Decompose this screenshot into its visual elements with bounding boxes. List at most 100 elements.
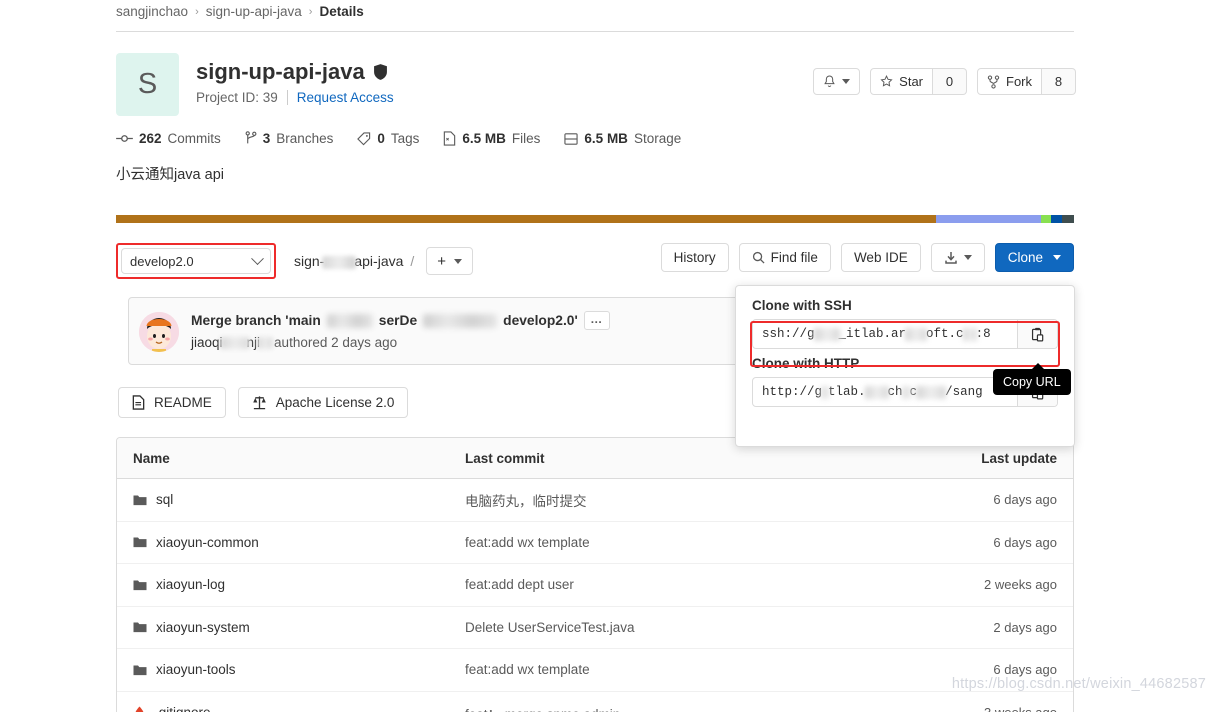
request-access-link[interactable]: Request Access	[297, 90, 394, 105]
file-entry[interactable]: xiaoyun-log	[117, 577, 465, 592]
ssh-url-start: ssh://g	[762, 327, 815, 341]
chevron-down-icon	[842, 79, 851, 84]
find-file-button[interactable]: Find file	[738, 243, 831, 272]
add-to-tree-button[interactable]: +	[426, 247, 474, 275]
file-name-link[interactable]: xiaoyun-log	[156, 577, 225, 592]
table-row[interactable]: xiaoyun-system Delete UserServiceTest.ja…	[117, 607, 1073, 649]
stat-files-value: 6.5 MB	[462, 131, 506, 146]
commit-timestamp: authored 2 days ago	[274, 335, 398, 350]
star-count: 0	[933, 68, 967, 95]
file-name-link[interactable]: xiaoyun-tools	[156, 662, 236, 677]
file-commit-message[interactable]: 电脑药丸，临时提交	[465, 490, 923, 510]
license-button[interactable]: Apache License 2.0	[237, 387, 409, 418]
column-header-update: Last update	[981, 450, 1057, 466]
notification-dropdown-button[interactable]	[813, 68, 861, 95]
ssh-url-mid2: ar	[891, 327, 907, 341]
fork-button[interactable]: Fork	[977, 68, 1042, 95]
download-icon	[944, 251, 957, 264]
table-row[interactable]: xiaoyun-common feat:add wx template 6 da…	[117, 522, 1073, 564]
lang-segment-javascript[interactable]	[936, 215, 1042, 223]
breadcrumb-separator-icon: ›	[308, 5, 313, 18]
gitlab-project-page: sangjinchao › sign-up-api-java › Details…	[0, 0, 1212, 712]
lang-segment-blue[interactable]	[1051, 215, 1063, 223]
file-entry[interactable]: xiaoyun-tools	[117, 662, 465, 677]
repo-meta-buttons: README Apache License 2.0	[118, 387, 409, 418]
download-dropdown-button[interactable]	[930, 243, 985, 272]
file-tree-table: Name Last commit Last update sql 电脑药丸，临时…	[116, 437, 1074, 712]
lang-segment-dark[interactable]	[1062, 215, 1074, 223]
readme-button[interactable]: README	[118, 387, 226, 418]
clone-ssh-field[interactable]: ssh://g _itlab. ar oft.c:8	[752, 319, 1058, 349]
file-commit-message[interactable]: feat:add wx template	[465, 535, 923, 550]
stat-branches-label: Branches	[276, 131, 334, 146]
folder-icon	[133, 622, 147, 633]
file-last-update: 6 days ago	[993, 662, 1057, 678]
file-entry[interactable]: xiaoyun-common	[117, 535, 465, 550]
repo-toolbar-left: develop2.0 sign-api-java / +	[116, 243, 474, 279]
redacted-url-fragment	[916, 385, 947, 399]
user-avatar-image	[139, 312, 179, 352]
web-ide-button[interactable]: Web IDE	[840, 243, 921, 272]
readme-label: README	[154, 395, 212, 410]
branch-selector[interactable]: develop2.0	[121, 248, 271, 274]
stat-commits[interactable]: 262 Commits	[116, 131, 221, 146]
lang-segment-java[interactable]	[116, 215, 937, 223]
tag-icon	[357, 131, 371, 145]
lang-segment-lime[interactable]	[1041, 215, 1051, 223]
file-name-link[interactable]: sql	[156, 492, 173, 507]
file-entry[interactable]: sql	[117, 492, 465, 507]
file-last-update: 2 weeks ago	[984, 577, 1057, 593]
file-name-link[interactable]: .gitignore	[155, 705, 211, 712]
repo-toolbar-right: History Find file Web IDE Clone	[660, 243, 1074, 272]
file-name-link[interactable]: xiaoyun-common	[156, 535, 259, 550]
table-row[interactable]: sql 电脑药丸，临时提交 6 days ago	[117, 479, 1073, 522]
clone-http-url[interactable]: http://g tlab. ch c/sang	[753, 378, 1017, 406]
file-entry[interactable]: xiaoyun-system	[117, 620, 465, 635]
fork-label: Fork	[1006, 74, 1032, 89]
breadcrumb-current: Details	[319, 4, 364, 19]
file-last-update: 6 days ago	[993, 534, 1057, 550]
table-row[interactable]: xiaoyun-tools feat:add wx template 6 day…	[117, 649, 1073, 692]
file-commit-message[interactable]: feat： merge spme admin	[465, 703, 923, 712]
star-button[interactable]: Star	[870, 68, 933, 95]
project-stats: 262 Commits 3 Branches 0 Tags 6.5 MB Fil…	[116, 131, 681, 146]
commit-author[interactable]: jiaoqi	[191, 335, 223, 350]
file-name-link[interactable]: xiaoyun-system	[156, 620, 250, 635]
redacted-url-fragment	[905, 327, 928, 341]
redacted-commit-fragment	[326, 313, 373, 328]
storage-icon	[564, 132, 579, 145]
avatar[interactable]	[139, 312, 179, 352]
redacted-url-fragment	[864, 385, 889, 399]
stat-branches-value: 3	[262, 131, 271, 146]
file-commit-message[interactable]: Delete UserServiceTest.java	[465, 620, 923, 635]
commit-options-button[interactable]: …	[583, 311, 610, 330]
breadcrumb-project[interactable]: sign-up-api-java	[206, 4, 302, 19]
redacted-author-fragment	[257, 336, 274, 349]
breadcrumb-namespace[interactable]: sangjinchao	[116, 4, 188, 19]
breadcrumb-separator-icon: ›	[195, 5, 199, 18]
clone-ssh-url[interactable]: ssh://g _itlab. ar oft.c:8	[753, 320, 1017, 348]
file-last-update: 2 days ago	[993, 619, 1057, 635]
copy-ssh-url-button[interactable]	[1017, 320, 1057, 348]
file-entry[interactable]: .gitignore	[117, 705, 465, 712]
repo-path-project[interactable]: sign-api-java	[294, 253, 403, 269]
commit-message-mid: serDe	[378, 313, 418, 328]
file-commit-message[interactable]: feat:add dept user	[465, 577, 923, 592]
fork-count: 8	[1042, 68, 1076, 95]
stat-branches[interactable]: 3 Branches	[245, 131, 334, 146]
table-row[interactable]: xiaoyun-log feat:add dept user 2 weeks a…	[117, 564, 1073, 607]
redacted-url-fragment	[821, 385, 830, 399]
scales-icon	[252, 396, 266, 410]
stat-tags[interactable]: 0 Tags	[357, 131, 419, 146]
table-row[interactable]: .gitignore feat： merge spme admin 3 week…	[117, 692, 1073, 712]
project-header-actions: Star 0 Fork 8	[813, 68, 1076, 95]
file-commit-message[interactable]: feat:add wx template	[465, 662, 923, 677]
history-button[interactable]: History	[660, 243, 729, 272]
redacted-commit-fragment	[423, 313, 498, 328]
folder-icon	[133, 537, 147, 548]
clone-dropdown-panel: Clone with SSH ssh://g _itlab. ar oft.c:8 C…	[735, 285, 1075, 447]
clone-button[interactable]: Clone	[994, 243, 1074, 272]
star-icon	[880, 75, 893, 87]
redacted-url-fragment	[901, 385, 911, 399]
stat-commits-value: 262	[139, 131, 162, 146]
